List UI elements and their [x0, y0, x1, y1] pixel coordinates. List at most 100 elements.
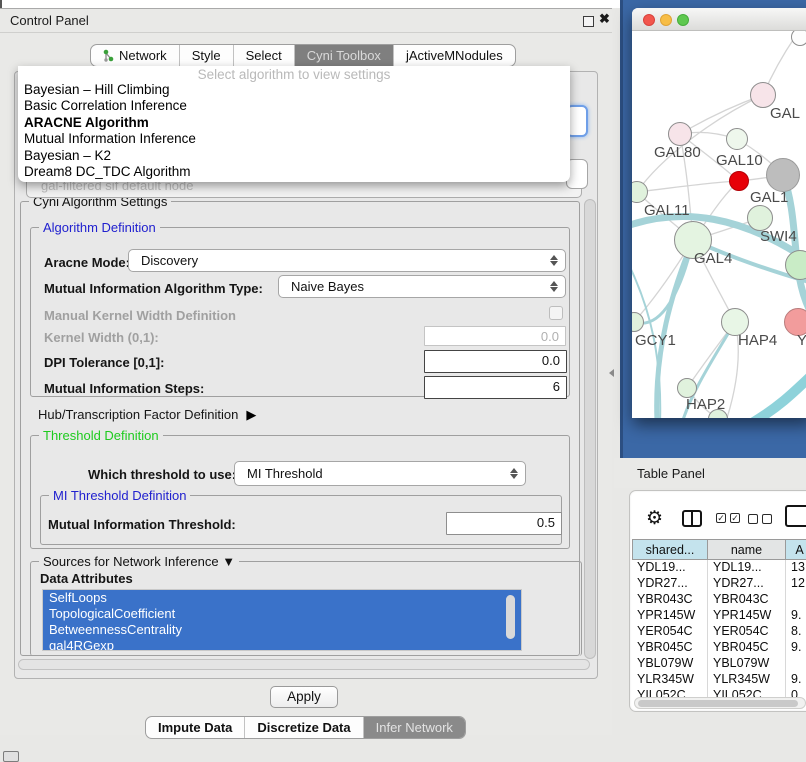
data-attributes-list[interactable]: SelfLoopsTopologicalCoefficientBetweenne…: [42, 589, 522, 651]
tab-cyni-toolbox[interactable]: Cyni Toolbox: [295, 45, 394, 66]
attribute-list-item[interactable]: SelfLoops: [43, 590, 521, 606]
table-cell: 13: [786, 560, 806, 576]
network-node[interactable]: [766, 158, 800, 192]
column-header[interactable]: shared...: [632, 539, 708, 560]
which-threshold-value: MI Threshold: [247, 466, 323, 481]
split-panes-icon[interactable]: [682, 510, 702, 527]
node-label: GCY1: [635, 332, 676, 349]
tab-impute-data[interactable]: Impute Data: [146, 717, 245, 738]
tab-discretize-data[interactable]: Discretize Data: [245, 717, 363, 738]
column-header[interactable]: name: [708, 539, 786, 560]
attribute-list-item[interactable]: gal4RGexp: [43, 638, 521, 651]
dropdown-item[interactable]: ARACNE Algorithm: [18, 115, 570, 131]
table-cell: YPR145W: [708, 608, 786, 624]
network-window-titlebar[interactable]: [632, 8, 806, 31]
table-row[interactable]: YBR043CYBR043C: [632, 592, 806, 608]
mi-threshold-field[interactable]: 0.5: [446, 512, 562, 535]
column-header[interactable]: A: [786, 539, 806, 560]
dpi-tolerance-field[interactable]: 0.0: [424, 350, 567, 373]
scrollbar-thumb[interactable]: [638, 700, 798, 707]
deselect-all-columns-icon[interactable]: [748, 514, 772, 524]
table-row[interactable]: YER054CYER054C8.: [632, 624, 806, 640]
tab-style[interactable]: Style: [180, 45, 234, 66]
aracne-mode-select[interactable]: Discovery: [128, 249, 566, 272]
close-traffic-light[interactable]: [643, 14, 655, 26]
network-node[interactable]: [668, 122, 692, 146]
manual-kernel-width-label: Manual Kernel Width Definition: [44, 308, 236, 323]
docked-panel-icon[interactable]: [3, 751, 19, 762]
zoom-traffic-light[interactable]: [677, 14, 689, 26]
node-label: GAL1: [750, 189, 788, 206]
dropdown-item[interactable]: Bayesian – K2: [18, 148, 570, 164]
table-cell: YER054C: [708, 624, 786, 640]
table-cell: 9.: [786, 640, 806, 656]
network-node[interactable]: [791, 31, 806, 46]
cyni-bottom-tab-bar: Impute Data Discretize Data Infer Networ…: [145, 716, 466, 739]
table-panel-titlebar: Table Panel: [614, 458, 806, 488]
table-cell: 9.: [786, 608, 806, 624]
splitter-handle-icon[interactable]: [609, 369, 614, 377]
table-horizontal-scrollbar[interactable]: [634, 697, 806, 709]
table-row[interactable]: YPR145WYPR145W9.: [632, 608, 806, 624]
node-label: GAL10: [716, 152, 763, 169]
table-cell: [786, 592, 806, 608]
network-node[interactable]: [677, 378, 697, 398]
mi-steps-field[interactable]: 6: [424, 376, 567, 399]
unchecked-box-icon: [762, 514, 772, 524]
table-row[interactable]: YBL079WYBL079W: [632, 656, 806, 672]
attribute-list-item[interactable]: TopologicalCoefficient: [43, 606, 521, 622]
table-row[interactable]: YBR045CYBR045C9.: [632, 640, 806, 656]
tab-select[interactable]: Select: [234, 45, 295, 66]
table-cell: 12: [786, 576, 806, 592]
close-icon[interactable]: ✖: [599, 11, 610, 27]
table-row[interactable]: YLR345WYLR345W9.: [632, 672, 806, 688]
tab-infer-network[interactable]: Infer Network: [364, 717, 465, 738]
table-row[interactable]: YDL19...YDL19...13: [632, 560, 806, 576]
node-table: shared...nameA YDL19...YDL19...13YDR27..…: [632, 539, 806, 704]
table-cell: YDR27...: [632, 576, 708, 592]
apply-button[interactable]: Apply: [270, 686, 338, 708]
settings-horizontal-scrollbar[interactable]: [18, 659, 590, 670]
table-row[interactable]: YDR27...YDR27...12: [632, 576, 806, 592]
dropdown-item[interactable]: Mutual Information Inference: [18, 131, 570, 147]
select-all-columns-icon[interactable]: ✓ ✓: [716, 513, 740, 523]
control-panel-title: Control Panel: [10, 13, 89, 28]
dpi-tolerance-label: DPI Tolerance [0,1]:: [44, 355, 164, 370]
network-icon: [103, 49, 115, 62]
float-window-icon[interactable]: [583, 16, 594, 27]
attribute-list-item[interactable]: BetweennessCentrality: [43, 622, 521, 638]
tab-network[interactable]: Network: [91, 45, 180, 66]
node-label: HAP2: [686, 396, 725, 413]
sources-group-title[interactable]: Sources for Network Inference ▼: [39, 554, 239, 569]
manual-kernel-width-checkbox[interactable]: [549, 306, 563, 320]
mi-threshold-group-title: MI Threshold Definition: [49, 488, 190, 503]
dropdown-placeholder: Select algorithm to view settings: [18, 67, 570, 82]
dropdown-item-list: Bayesian – Hill ClimbingBasic Correlatio…: [18, 82, 570, 180]
attribute-list-scrollbar[interactable]: [506, 595, 515, 639]
network-node[interactable]: [726, 128, 748, 150]
dropdown-item[interactable]: Basic Correlation Inference: [18, 98, 570, 114]
table-cell: 8.: [786, 624, 806, 640]
table-cell: 9.: [786, 672, 806, 688]
checked-box-icon: ✓: [730, 513, 740, 523]
dropdown-item[interactable]: Bayesian – Hill Climbing: [18, 82, 570, 98]
new-column-icon[interactable]: [785, 505, 806, 527]
minimize-traffic-light[interactable]: [660, 14, 672, 26]
kernel-width-field[interactable]: 0.0: [424, 326, 566, 346]
network-edges: [632, 31, 806, 418]
network-canvas[interactable]: GALGAL80GAL10GAL1GAL11SWI4GAL4GCY1HAP4YH…: [632, 31, 806, 418]
threshold-definition-title: Threshold Definition: [39, 428, 163, 443]
hub-definition-toggle[interactable]: Hub/Transcription Factor Definition▶: [38, 407, 256, 423]
table-cell: YBR043C: [632, 592, 708, 608]
tab-jactivemnodules[interactable]: jActiveMNodules: [394, 45, 515, 66]
tab-cyni-toolbox-label: Cyni Toolbox: [307, 48, 381, 63]
table-panel-window: ⚙ ✓ ✓ shared...nameA YDL19...YDL19...13Y…: [629, 490, 806, 712]
which-threshold-select[interactable]: MI Threshold: [234, 461, 526, 486]
dropdown-item[interactable]: Dream8 DC_TDC Algorithm: [18, 164, 570, 180]
settings-vertical-scrollbar[interactable]: [584, 199, 596, 659]
table-cell: YLR345W: [708, 672, 786, 688]
gear-icon[interactable]: ⚙: [646, 507, 663, 530]
network-node[interactable]: [729, 171, 749, 191]
mi-algorithm-type-select[interactable]: Naive Bayes: [278, 275, 566, 298]
mi-algorithm-type-label: Mutual Information Algorithm Type:: [44, 281, 263, 296]
